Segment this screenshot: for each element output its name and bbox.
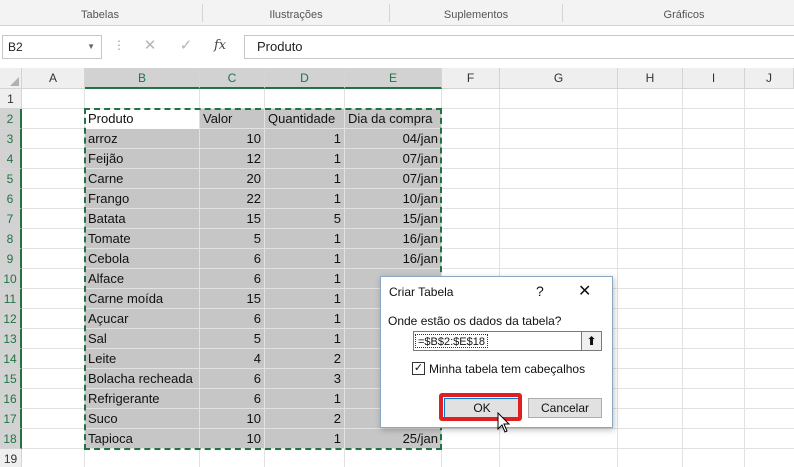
ribbon-group-labels: Tabelas Ilustrações Suplementos Gráficos [0,0,794,26]
row-header-12[interactable]: 12 [0,309,22,329]
name-box-value: B2 [8,40,23,54]
range-prompt-label: Onde estão os dados da tabela? [388,314,562,328]
headers-checkbox[interactable]: ✓ [412,362,425,375]
row-header-2[interactable]: 2 [0,109,22,129]
cancel-entry-icon[interactable]: ✕ [141,38,159,54]
row-header-10[interactable]: 10 [0,269,22,289]
row-header-7[interactable]: 7 [0,209,22,229]
formula-content: Produto [257,39,303,54]
ribbon-group-suplementos: Suplementos [443,9,509,21]
cancel-button[interactable]: Cancelar [528,398,602,418]
formula-input[interactable]: Produto [244,35,794,59]
row-header-15[interactable]: 15 [0,369,22,389]
headers-checkbox-label[interactable]: Minha tabela tem cabeçalhos [429,362,585,376]
row-header-9[interactable]: 9 [0,249,22,269]
column-header-j[interactable]: J [745,68,794,89]
ribbon-group-graficos: Gráficos [663,9,705,21]
row-header-8[interactable]: 8 [0,229,22,249]
column-gridline [744,89,745,467]
row-header-16[interactable]: 16 [0,389,22,409]
formula-bar: B2 ▼ ⋮ ✕ ✓ fx Produto [0,26,794,68]
more-options-icon[interactable]: ⋮ [113,38,125,52]
column-header-e[interactable]: E [345,68,442,89]
name-box[interactable]: B2 ▼ [2,35,102,59]
column-header-f[interactable]: F [442,68,500,89]
mouse-pointer-icon [497,412,511,433]
column-gridline [617,89,618,467]
row-header-17[interactable]: 17 [0,409,22,429]
help-icon[interactable]: ? [536,283,544,299]
column-header-h[interactable]: H [618,68,683,89]
column-header-a[interactable]: A [22,68,85,89]
collapse-dialog-icon[interactable]: ⬆ [581,332,601,350]
row-header-13[interactable]: 13 [0,329,22,349]
row-header-19[interactable]: 19 [0,449,22,467]
row-header-4[interactable]: 4 [0,149,22,169]
row-header-18[interactable]: 18 [0,429,22,449]
close-icon[interactable]: ✕ [578,281,591,301]
range-input[interactable]: =$B$2:$E$18 ⬆ [413,331,602,351]
row-header-11[interactable]: 11 [0,289,22,309]
column-gridline [682,89,683,467]
column-header-c[interactable]: C [200,68,265,89]
ribbon-group-ilustracoes: Ilustrações [269,9,323,21]
ribbon-group-tabelas: Tabelas [81,9,119,21]
column-header-b[interactable]: B [85,68,200,89]
chevron-down-icon[interactable]: ▼ [87,36,95,58]
dialog-title: Criar Tabela [389,285,454,299]
row-header-14[interactable]: 14 [0,349,22,369]
insert-function-icon[interactable]: fx [214,38,226,53]
range-value: =$B$2:$E$18 [415,334,488,348]
row-header-5[interactable]: 5 [0,169,22,189]
row-header-6[interactable]: 6 [0,189,22,209]
column-header-d[interactable]: D [265,68,345,89]
row-header-3[interactable]: 3 [0,129,22,149]
column-header-g[interactable]: G [500,68,618,89]
select-all-button[interactable] [0,68,22,89]
column-header-i[interactable]: I [683,68,745,89]
confirm-entry-icon[interactable]: ✓ [177,38,195,54]
row-header-1[interactable]: 1 [0,89,22,109]
